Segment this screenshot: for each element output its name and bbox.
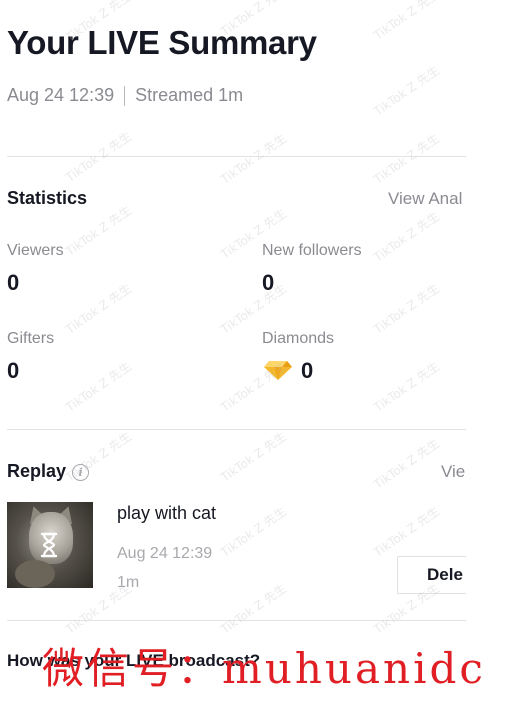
divider-bottom xyxy=(7,620,466,621)
content-area: Your LIVE Summary Aug 24 12:39 Streamed … xyxy=(0,0,466,709)
gifters-value: 0 xyxy=(7,358,20,383)
divider-middle xyxy=(7,429,466,430)
replay-thumbnail[interactable] xyxy=(7,502,93,588)
stream-date: Aug 24 12:39 xyxy=(7,85,115,105)
stream-meta: Aug 24 12:39 Streamed 1m xyxy=(7,85,243,106)
view-replays-link[interactable]: Vie xyxy=(441,462,465,482)
view-analytics-link[interactable]: View Anal xyxy=(388,189,462,209)
hourglass-icon xyxy=(39,532,59,558)
divider-top xyxy=(7,156,466,157)
statistics-heading: Statistics xyxy=(7,188,88,208)
delete-button[interactable]: Dele xyxy=(397,556,466,594)
meta-separator xyxy=(124,85,126,106)
viewers-label: Viewers xyxy=(7,242,64,259)
new-followers-value: 0 xyxy=(262,270,275,295)
feedback-text-partial xyxy=(7,700,447,709)
wechat-watermark: 微信号：muhuanidc xyxy=(42,644,486,693)
replay-date: Aug 24 12:39 xyxy=(117,545,213,562)
diamonds-label: Diamonds xyxy=(262,330,335,347)
replay-heading: Replay i xyxy=(7,461,90,482)
diamond-icon xyxy=(263,359,293,381)
diamonds-value: 0 xyxy=(301,358,314,383)
replay-duration: 1m xyxy=(117,574,140,591)
gifters-label: Gifters xyxy=(7,330,55,347)
page-title: Your LIVE Summary xyxy=(7,24,317,61)
replay-title[interactable]: play with cat xyxy=(117,503,216,524)
info-icon[interactable]: i xyxy=(72,464,90,481)
replay-heading-label: Replay xyxy=(7,461,67,481)
cat-paw xyxy=(15,560,55,588)
viewers-value: 0 xyxy=(7,270,20,295)
stream-duration: Streamed 1m xyxy=(135,85,244,105)
new-followers-label: New followers xyxy=(262,242,362,259)
